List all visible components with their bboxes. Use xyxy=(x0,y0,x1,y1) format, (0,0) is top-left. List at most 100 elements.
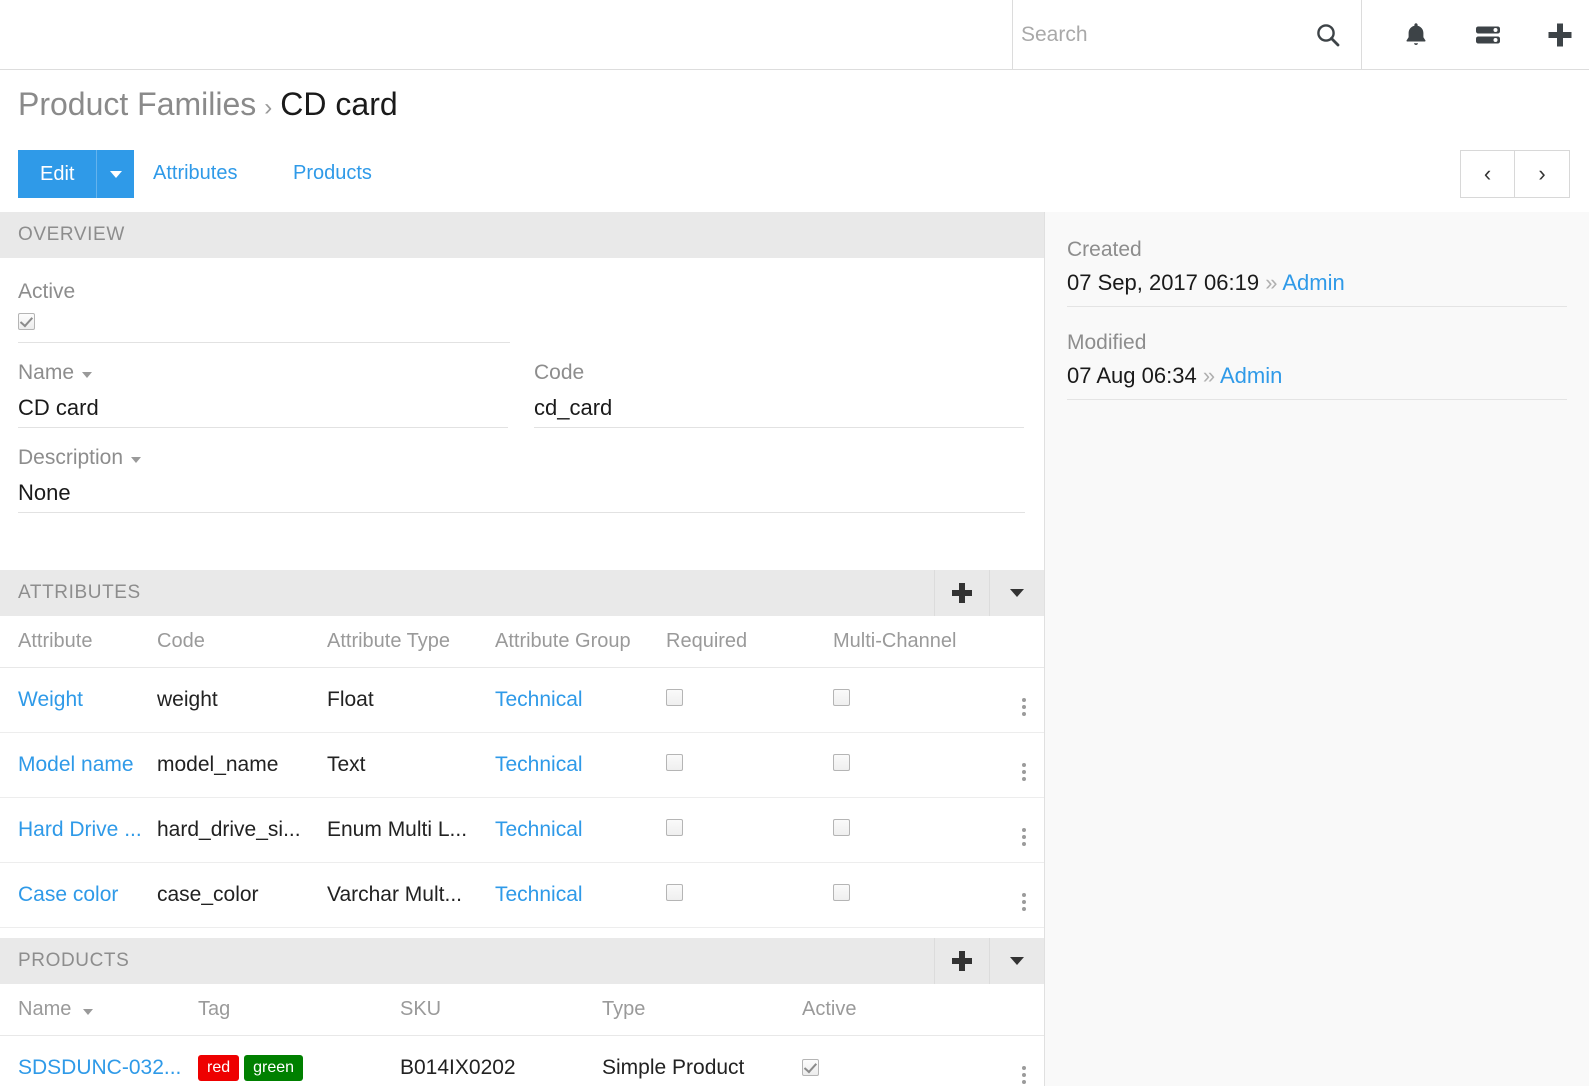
row-menu-icon[interactable] xyxy=(1022,697,1026,716)
products-options-button[interactable] xyxy=(989,937,1044,984)
multi-channel-checkbox[interactable] xyxy=(833,883,850,901)
top-header-bar xyxy=(0,0,1589,70)
attribute-code: model_name xyxy=(157,732,327,798)
modified-user-link[interactable]: Admin xyxy=(1220,363,1282,388)
attribute-group-link[interactable]: Technical xyxy=(495,753,583,776)
attributes-panel-header: ATTRIBUTES xyxy=(0,569,1044,616)
plus-icon[interactable] xyxy=(1524,0,1589,70)
column-header-actions xyxy=(1003,615,1044,668)
active-field-underline xyxy=(18,341,510,343)
overview-panel-header: OVERVIEW xyxy=(0,212,1044,258)
attribute-link[interactable]: Case color xyxy=(18,883,118,906)
product-name-link[interactable]: SDSDUNC-032... xyxy=(18,1056,181,1079)
created-label: Created xyxy=(1067,238,1142,261)
tab-products[interactable]: Products xyxy=(293,162,372,185)
main-content: OVERVIEW Active Name CD card Code cd_car… xyxy=(0,212,1589,1086)
search-input[interactable] xyxy=(1021,22,1311,47)
attributes-panel-title: ATTRIBUTES xyxy=(18,581,141,603)
required-checkbox[interactable] xyxy=(666,688,683,706)
plus-icon xyxy=(952,950,972,971)
name-field: Name CD card xyxy=(18,361,508,428)
code-field-label: Code xyxy=(534,360,585,384)
attribute-type: Float xyxy=(327,667,495,733)
bell-icon[interactable] xyxy=(1380,0,1452,70)
attributes-table-body: Weight weight Float Technical Model name… xyxy=(0,667,1044,928)
attribute-group-link[interactable]: Technical xyxy=(495,688,583,711)
attribute-type: Varchar Mult... xyxy=(327,862,495,928)
record-navigation: ‹ › xyxy=(1460,150,1570,198)
created-value: 07 Sep, 2017 06:19 » Admin xyxy=(1067,262,1567,306)
global-search xyxy=(1012,0,1362,69)
description-field-value[interactable]: None xyxy=(18,470,1024,506)
created-block: Created 07 Sep, 2017 06:19 » Admin xyxy=(1067,238,1567,307)
attribute-type: Text xyxy=(327,732,495,798)
name-field-value[interactable]: CD card xyxy=(18,385,508,421)
attribute-link[interactable]: Hard Drive ... xyxy=(18,818,142,841)
modified-block: Modified 07 Aug 06:34 » Admin xyxy=(1067,331,1567,400)
required-checkbox[interactable] xyxy=(666,883,683,901)
row-menu-icon[interactable] xyxy=(1022,762,1026,781)
edit-dropdown-button[interactable] xyxy=(96,150,135,198)
products-table-header-row: Name Tag SKU Type Active xyxy=(0,983,1044,1036)
tasks-icon[interactable] xyxy=(1452,0,1524,70)
products-table: Name Tag SKU Type Active SDSDUNC-032... … xyxy=(0,983,1044,1086)
column-header-attribute: Attribute xyxy=(0,615,157,668)
column-header-name[interactable]: Name xyxy=(0,983,198,1036)
breadcrumb-parent-link[interactable]: Product Families xyxy=(18,86,256,122)
attribute-group-link[interactable]: Technical xyxy=(495,883,583,906)
next-record-button[interactable]: › xyxy=(1515,150,1570,198)
metadata-sidebar: Created 07 Sep, 2017 06:19 » Admin Modif… xyxy=(1045,212,1589,1086)
column-header-type: Type xyxy=(602,983,802,1036)
search-icon[interactable] xyxy=(1311,18,1345,52)
attribute-link[interactable]: Model name xyxy=(18,753,134,776)
breadcrumb-separator: › xyxy=(264,94,273,121)
chevron-down-icon[interactable] xyxy=(131,456,142,463)
code-field-underline xyxy=(534,426,1024,428)
attribute-link[interactable]: Weight xyxy=(18,688,83,711)
row-menu-icon[interactable] xyxy=(1022,827,1026,846)
table-row: Case color case_color Varchar Mult... Te… xyxy=(0,862,1044,928)
product-tags: red green xyxy=(198,1035,400,1086)
active-checkbox[interactable] xyxy=(18,313,35,330)
created-user-link[interactable]: Admin xyxy=(1282,270,1344,295)
meta-spacer xyxy=(1067,311,1567,331)
sort-chevron-down-icon[interactable] xyxy=(82,1008,93,1015)
modified-timestamp: 07 Aug 06:34 xyxy=(1067,363,1197,388)
description-label-text: Description xyxy=(18,445,124,469)
attributes-table-header-row: Attribute Code Attribute Type Attribute … xyxy=(0,615,1044,668)
chevron-down-icon[interactable] xyxy=(82,371,93,378)
column-header-attribute-group: Attribute Group xyxy=(495,615,666,668)
description-field: Description None xyxy=(18,445,1025,513)
table-row: Model name model_name Text Technical xyxy=(0,732,1044,798)
chevron-down-icon xyxy=(1010,588,1024,597)
chevron-down-icon xyxy=(1010,956,1024,965)
add-attribute-button[interactable] xyxy=(934,569,989,616)
add-product-button[interactable] xyxy=(934,937,989,984)
multi-channel-checkbox[interactable] xyxy=(833,753,850,771)
multi-channel-checkbox[interactable] xyxy=(833,818,850,836)
attribute-type: Enum Multi L... xyxy=(327,797,495,863)
previous-record-button[interactable]: ‹ xyxy=(1460,150,1515,198)
tab-attributes[interactable]: Attributes xyxy=(153,162,237,185)
row-menu-icon[interactable] xyxy=(1022,1065,1026,1084)
header-left-spacer xyxy=(0,0,1012,69)
overview-panel-title: OVERVIEW xyxy=(18,224,125,245)
modified-label: Modified xyxy=(1067,331,1147,354)
plus-icon xyxy=(952,582,972,603)
product-active-checkbox[interactable] xyxy=(802,1059,819,1076)
column-header-tag: Tag xyxy=(198,983,400,1036)
code-field-value[interactable]: cd_card xyxy=(534,385,1024,421)
modified-value: 07 Aug 06:34 » Admin xyxy=(1067,355,1567,399)
multi-channel-checkbox[interactable] xyxy=(833,688,850,706)
table-row: Weight weight Float Technical xyxy=(0,667,1044,733)
left-column: OVERVIEW Active Name CD card Code cd_car… xyxy=(0,212,1045,1086)
attributes-options-button[interactable] xyxy=(989,569,1044,616)
row-menu-icon[interactable] xyxy=(1022,892,1026,911)
attribute-group-link[interactable]: Technical xyxy=(495,818,583,841)
column-header-name-text: Name xyxy=(18,997,72,1020)
required-checkbox[interactable] xyxy=(666,818,683,836)
column-header-active: Active xyxy=(802,983,1003,1036)
created-timestamp: 07 Sep, 2017 06:19 xyxy=(1067,270,1260,295)
required-checkbox[interactable] xyxy=(666,753,683,771)
edit-button[interactable]: Edit xyxy=(18,150,97,198)
